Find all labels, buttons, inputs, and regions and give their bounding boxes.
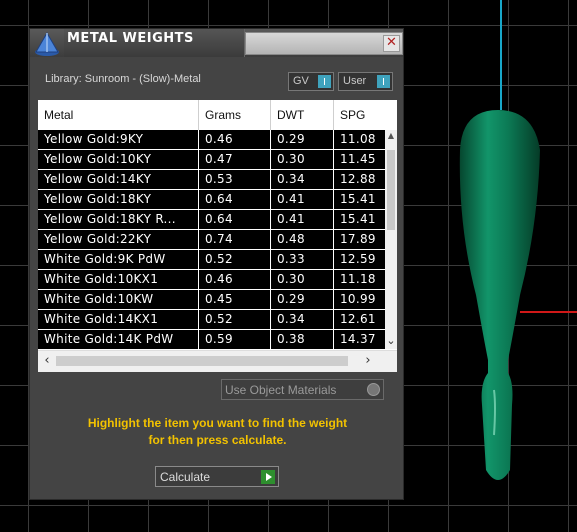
metal-cell: Yellow Gold:9KY (38, 130, 198, 149)
close-button[interactable]: ✕ (383, 35, 400, 52)
table-row[interactable]: Yellow Gold:10KY 0.47 0.30 11.45 (38, 150, 385, 170)
metal-cell: Yellow Gold:10KY (38, 150, 198, 169)
metal-cell: Yellow Gold:22KY (38, 230, 198, 249)
instruction-line-1: Highlight the item you want to find the … (87, 416, 348, 430)
grams-cell: 0.74 (199, 230, 270, 249)
column-header-dwt[interactable]: DWT (271, 100, 334, 130)
gv-toggle-label: GV (293, 75, 309, 87)
scroll-left-icon[interactable]: ‹ (40, 354, 54, 368)
play-icon (261, 470, 275, 484)
toggle-indicator-icon (318, 75, 331, 88)
dwt-cell: 0.30 (271, 150, 333, 169)
calculate-label: Calculate (160, 470, 211, 484)
table-header: Metal Grams DWT SPG (38, 100, 397, 130)
spg-cell: 15.41 (334, 190, 385, 209)
3d-object-preview[interactable] (450, 105, 546, 485)
title-bar-filler (245, 32, 403, 55)
title-bar[interactable]: METAL WEIGHTS ✕ (30, 29, 403, 57)
spg-cell: 10.99 (334, 290, 385, 309)
spg-cell: 11.18 (334, 270, 385, 289)
grams-cell: 0.59 (199, 330, 270, 349)
table-row[interactable]: White Gold:14KX1 0.52 0.34 12.61 (38, 310, 385, 330)
app-logo-icon (35, 32, 59, 56)
dwt-cell: 0.41 (271, 190, 333, 209)
gv-toggle-button[interactable]: GV (288, 72, 334, 91)
table-row[interactable]: Yellow Gold:18KY 0.64 0.41 15.41 (38, 190, 385, 210)
dwt-cell: 0.33 (271, 250, 333, 269)
instruction-line-2: for then press calculate. (148, 433, 287, 447)
column-header-metal[interactable]: Metal (38, 100, 199, 130)
spg-cell: 12.59 (334, 250, 385, 269)
dwt-cell: 0.29 (271, 290, 333, 309)
spg-cell: 12.88 (334, 170, 385, 189)
table-body: Yellow Gold:9KY 0.46 0.29 11.08 Yellow Gold:… (38, 130, 385, 349)
window-title: METAL WEIGHTS (67, 31, 194, 46)
metal-cell: White Gold:14K PdW (38, 330, 198, 349)
metal-cell: White Gold:14KX1 (38, 310, 198, 329)
use-object-materials-toggle[interactable]: Use Object Materials (221, 379, 384, 400)
use-object-materials-label: Use Object Materials (225, 383, 337, 397)
column-header-spg[interactable]: SPG (334, 100, 397, 130)
metal-cell: White Gold:9K PdW (38, 250, 198, 269)
dwt-cell: 0.38 (271, 330, 333, 349)
scroll-up-icon[interactable]: ▲ (385, 130, 397, 142)
dwt-cell: 0.48 (271, 230, 333, 249)
spg-cell: 12.61 (334, 310, 385, 329)
spg-cell: 11.08 (334, 130, 385, 149)
dwt-cell: 0.30 (271, 270, 333, 289)
spg-cell: 11.45 (334, 150, 385, 169)
metal-cell: Yellow Gold:18KY (38, 190, 198, 209)
scroll-down-icon[interactable]: ⌄ (385, 334, 397, 348)
table-row[interactable]: White Gold:10KW 0.45 0.29 10.99 (38, 290, 385, 310)
vertical-scroll-thumb[interactable] (387, 150, 395, 230)
metal-cell: Yellow Gold:18KY R... (38, 210, 198, 229)
calculate-button[interactable]: Calculate (155, 466, 279, 487)
vertical-scrollbar[interactable]: ▲ ⌄ (385, 130, 397, 349)
table-row[interactable]: Yellow Gold:18KY R... 0.64 0.41 15.41 (38, 210, 385, 230)
radio-icon[interactable] (367, 383, 380, 396)
grams-cell: 0.64 (199, 210, 270, 229)
table-row[interactable]: White Gold:10KX1 0.46 0.30 11.18 (38, 270, 385, 290)
grams-cell: 0.46 (199, 270, 270, 289)
spg-cell: 17.89 (334, 230, 385, 249)
spg-cell: 14.37 (334, 330, 385, 349)
grams-cell: 0.64 (199, 190, 270, 209)
grams-cell: 0.46 (199, 130, 270, 149)
scroll-right-icon[interactable]: › (361, 354, 375, 368)
metal-cell: White Gold:10KW (38, 290, 198, 309)
user-toggle-label: User (343, 75, 367, 87)
table-row[interactable]: Yellow Gold:22KY 0.74 0.48 17.89 (38, 230, 385, 250)
grams-cell: 0.53 (199, 170, 270, 189)
dwt-cell: 0.34 (271, 310, 333, 329)
grams-cell: 0.47 (199, 150, 270, 169)
table-row[interactable]: White Gold:14K PdW 0.59 0.38 14.37 (38, 330, 385, 349)
dwt-cell: 0.41 (271, 210, 333, 229)
toggle-indicator-icon (377, 75, 390, 88)
table-row[interactable]: Yellow Gold:9KY 0.46 0.29 11.08 (38, 130, 385, 150)
dwt-cell: 0.34 (271, 170, 333, 189)
metal-table[interactable]: Metal Grams DWT SPG Yellow Gold:9KY 0.46 0… (38, 100, 397, 372)
metal-cell: Yellow Gold:14KY (38, 170, 198, 189)
user-toggle-button[interactable]: User (338, 72, 393, 91)
metal-weights-dialog: METAL WEIGHTS ✕ Library: Sunroom - (Slow… (29, 28, 404, 500)
table-row[interactable]: Yellow Gold:14KY 0.53 0.34 12.88 (38, 170, 385, 190)
horizontal-scroll-thumb[interactable] (56, 356, 348, 366)
viewport-y-axis (500, 0, 502, 110)
instruction-text: Highlight the item you want to find the … (45, 415, 390, 449)
horizontal-scrollbar[interactable]: ‹ › (38, 350, 397, 372)
grams-cell: 0.52 (199, 310, 270, 329)
spg-cell: 15.41 (334, 210, 385, 229)
grams-cell: 0.45 (199, 290, 270, 309)
table-row[interactable]: White Gold:9K PdW 0.52 0.33 12.59 (38, 250, 385, 270)
grams-cell: 0.52 (199, 250, 270, 269)
dwt-cell: 0.29 (271, 130, 333, 149)
library-label: Library: Sunroom - (Slow)-Metal (45, 73, 201, 85)
metal-cell: White Gold:10KX1 (38, 270, 198, 289)
column-header-grams[interactable]: Grams (199, 100, 271, 130)
